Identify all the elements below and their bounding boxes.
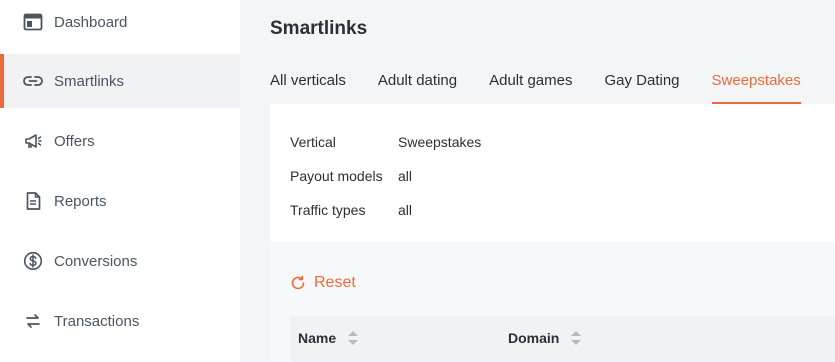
- dollar-icon: [22, 250, 44, 272]
- sidebar-item-label: Smartlinks: [54, 72, 125, 90]
- sort-icon: [348, 331, 359, 345]
- dashboard-icon: [22, 11, 44, 33]
- sidebar-item-smartlinks[interactable]: Smartlinks: [0, 54, 240, 108]
- reset-button[interactable]: Reset: [290, 274, 356, 292]
- reset-label: Reset: [314, 274, 356, 291]
- tab-adult-dating[interactable]: Adult dating: [378, 72, 457, 104]
- page-title: Smartlinks: [270, 18, 368, 39]
- smartlink-details-panel: Vertical Sweepstakes Payout models all T…: [270, 104, 835, 362]
- sidebar-item-label: Conversions: [54, 252, 138, 270]
- payout-models-value: all: [398, 168, 413, 184]
- document-icon: [22, 190, 44, 212]
- sidebar-item-reports[interactable]: Reports: [0, 174, 240, 228]
- sidebar-item-label: Offers: [54, 132, 95, 150]
- sidebar-item-label: Reports: [54, 192, 107, 210]
- sidebar-item-transactions[interactable]: Transactions: [0, 294, 240, 348]
- tab-sweepstakes[interactable]: Sweepstakes: [711, 72, 801, 104]
- sidebar-item-label: Dashboard: [54, 13, 128, 31]
- column-header-name[interactable]: Name: [298, 330, 359, 346]
- megaphone-icon: [22, 130, 44, 152]
- tab-gay-dating[interactable]: Gay Dating: [604, 72, 679, 104]
- column-header-label: Domain: [508, 330, 560, 346]
- sidebar-item-label: Transactions: [54, 312, 140, 330]
- tab-all-verticals[interactable]: All verticals: [270, 72, 346, 104]
- refresh-icon: [291, 275, 305, 290]
- traffic-types-value: all: [398, 202, 413, 218]
- column-header-domain[interactable]: Domain: [508, 330, 582, 346]
- sidebar-item-conversions[interactable]: Conversions: [0, 234, 240, 288]
- swap-icon: [22, 310, 44, 332]
- table-header: Name Domain: [290, 316, 835, 362]
- sidebar-item-dashboard[interactable]: Dashboard: [0, 0, 240, 49]
- tab-adult-games[interactable]: Adult games: [489, 72, 572, 104]
- sort-icon: [571, 331, 582, 345]
- payout-models-label: Payout models: [290, 168, 383, 184]
- sidebar: Dashboard Smartlinks Offers Reports Conv…: [0, 0, 240, 362]
- link-icon: [22, 70, 44, 92]
- vertical-label: Vertical: [290, 134, 336, 150]
- traffic-types-label: Traffic types: [290, 202, 366, 218]
- column-header-label: Name: [298, 330, 337, 346]
- vertical-tabs: All verticals Adult dating Adult games G…: [270, 72, 833, 104]
- vertical-value: Sweepstakes: [398, 134, 482, 150]
- sidebar-item-offers[interactable]: Offers: [0, 114, 240, 168]
